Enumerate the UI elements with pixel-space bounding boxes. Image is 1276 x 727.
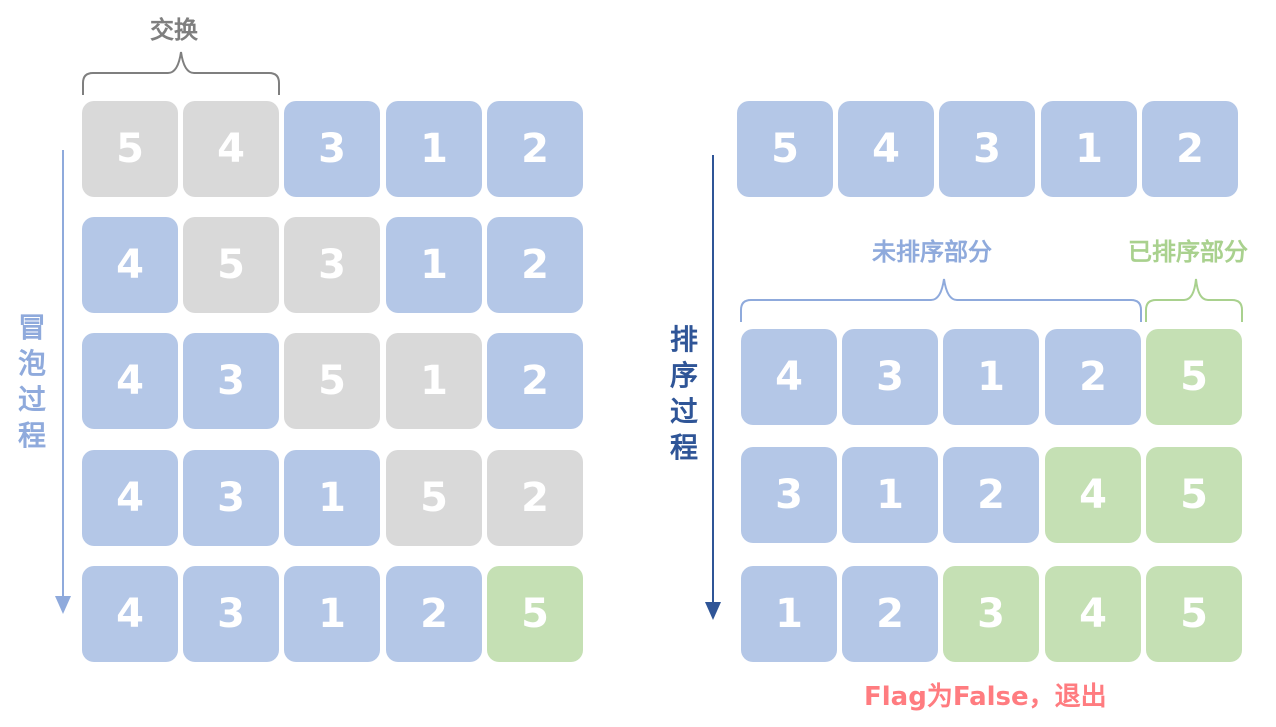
sorted-part-brace [1145, 278, 1243, 322]
unsorted-part-brace [740, 278, 1142, 322]
swap-brace [82, 51, 280, 95]
annotation-layer [55, 51, 1243, 620]
